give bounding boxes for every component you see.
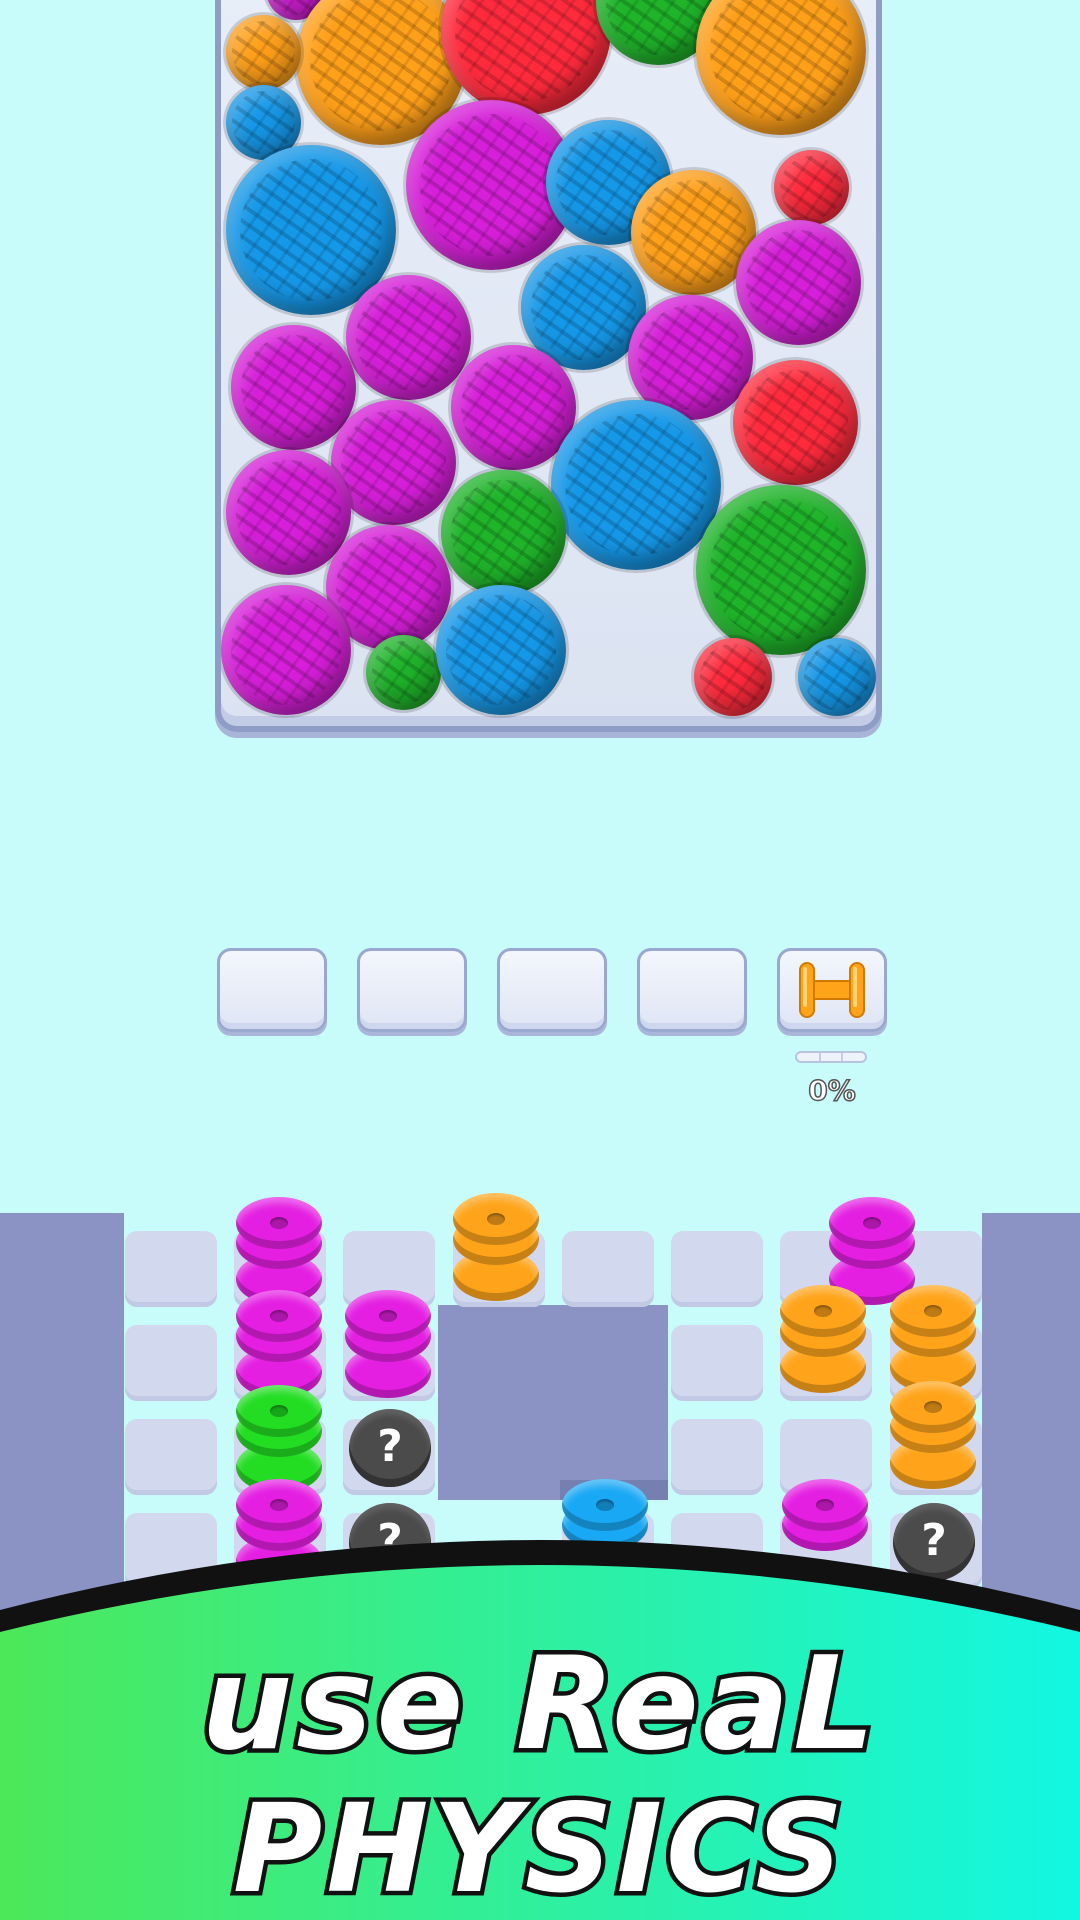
yarn-ball [774, 150, 849, 225]
holding-slots [217, 948, 889, 1038]
yarn-ball [441, 470, 566, 595]
spool-hole [924, 1401, 942, 1413]
yarn-ball [441, 0, 611, 115]
grid-cell [671, 1231, 763, 1307]
slot-2[interactable] [357, 948, 467, 1032]
yarn-ball [736, 220, 861, 345]
spool-stack[interactable] [453, 1193, 539, 1301]
spool-stack[interactable] [890, 1285, 976, 1393]
yarn-ball [221, 585, 351, 715]
slot-5[interactable] [777, 948, 887, 1032]
spool-hole [816, 1499, 834, 1511]
yarn-ball [346, 275, 471, 400]
grid-cell [671, 1419, 763, 1495]
progress-label: 0% [807, 1073, 856, 1108]
yarn-ball [366, 635, 441, 710]
grid-cell [562, 1231, 654, 1307]
grid-cell [125, 1325, 217, 1401]
spool-hole [924, 1305, 942, 1317]
spool-hole [814, 1305, 832, 1317]
spool-hole [596, 1499, 614, 1511]
yarn-ball [231, 325, 356, 450]
grid-cell [671, 1325, 763, 1401]
spool-stack[interactable] [562, 1479, 648, 1551]
yarn-ball [551, 400, 721, 570]
spool-hole [270, 1405, 288, 1417]
spool-stack[interactable] [829, 1197, 915, 1305]
spool-stack[interactable] [782, 1479, 868, 1551]
yarn-jar [215, 0, 882, 732]
spool-stack[interactable] [345, 1290, 431, 1398]
yarn-ball [694, 638, 772, 716]
spool-hole [270, 1499, 288, 1511]
yarn-ball [436, 585, 566, 715]
spool-hole [487, 1213, 505, 1225]
spool-hole [379, 1310, 397, 1322]
yarn-ball [696, 485, 866, 655]
mystery-spool[interactable]: ? [349, 1409, 431, 1487]
center-block [438, 1305, 668, 1500]
slot-4[interactable] [637, 948, 747, 1032]
spool-icon [799, 962, 865, 1018]
spool-stack[interactable] [236, 1385, 322, 1493]
spool-stack[interactable] [780, 1285, 866, 1393]
spool-stack[interactable] [236, 1197, 322, 1305]
promo-banner: use ReaL PHYSICS [0, 1540, 1080, 1920]
spool-hole [270, 1217, 288, 1229]
spool-stack[interactable] [236, 1290, 322, 1398]
slot-1[interactable] [217, 948, 327, 1032]
progress-bar [795, 1051, 867, 1063]
spool-stack[interactable] [890, 1381, 976, 1489]
yarn-ball [733, 360, 858, 485]
yarn-ball [226, 15, 301, 90]
yarn-ball [798, 638, 876, 716]
banner-line-1: use ReaL [197, 1626, 880, 1784]
yarn-ball [696, 0, 866, 135]
yarn-ball [226, 450, 351, 575]
spool-hole [863, 1217, 881, 1229]
spool-hole [270, 1310, 288, 1322]
yarn-ball-pile [221, 0, 876, 726]
grid-cell [125, 1231, 217, 1307]
banner-line-2: PHYSICS [228, 1774, 848, 1920]
grid-cell [125, 1419, 217, 1495]
slot-3[interactable] [497, 948, 607, 1032]
